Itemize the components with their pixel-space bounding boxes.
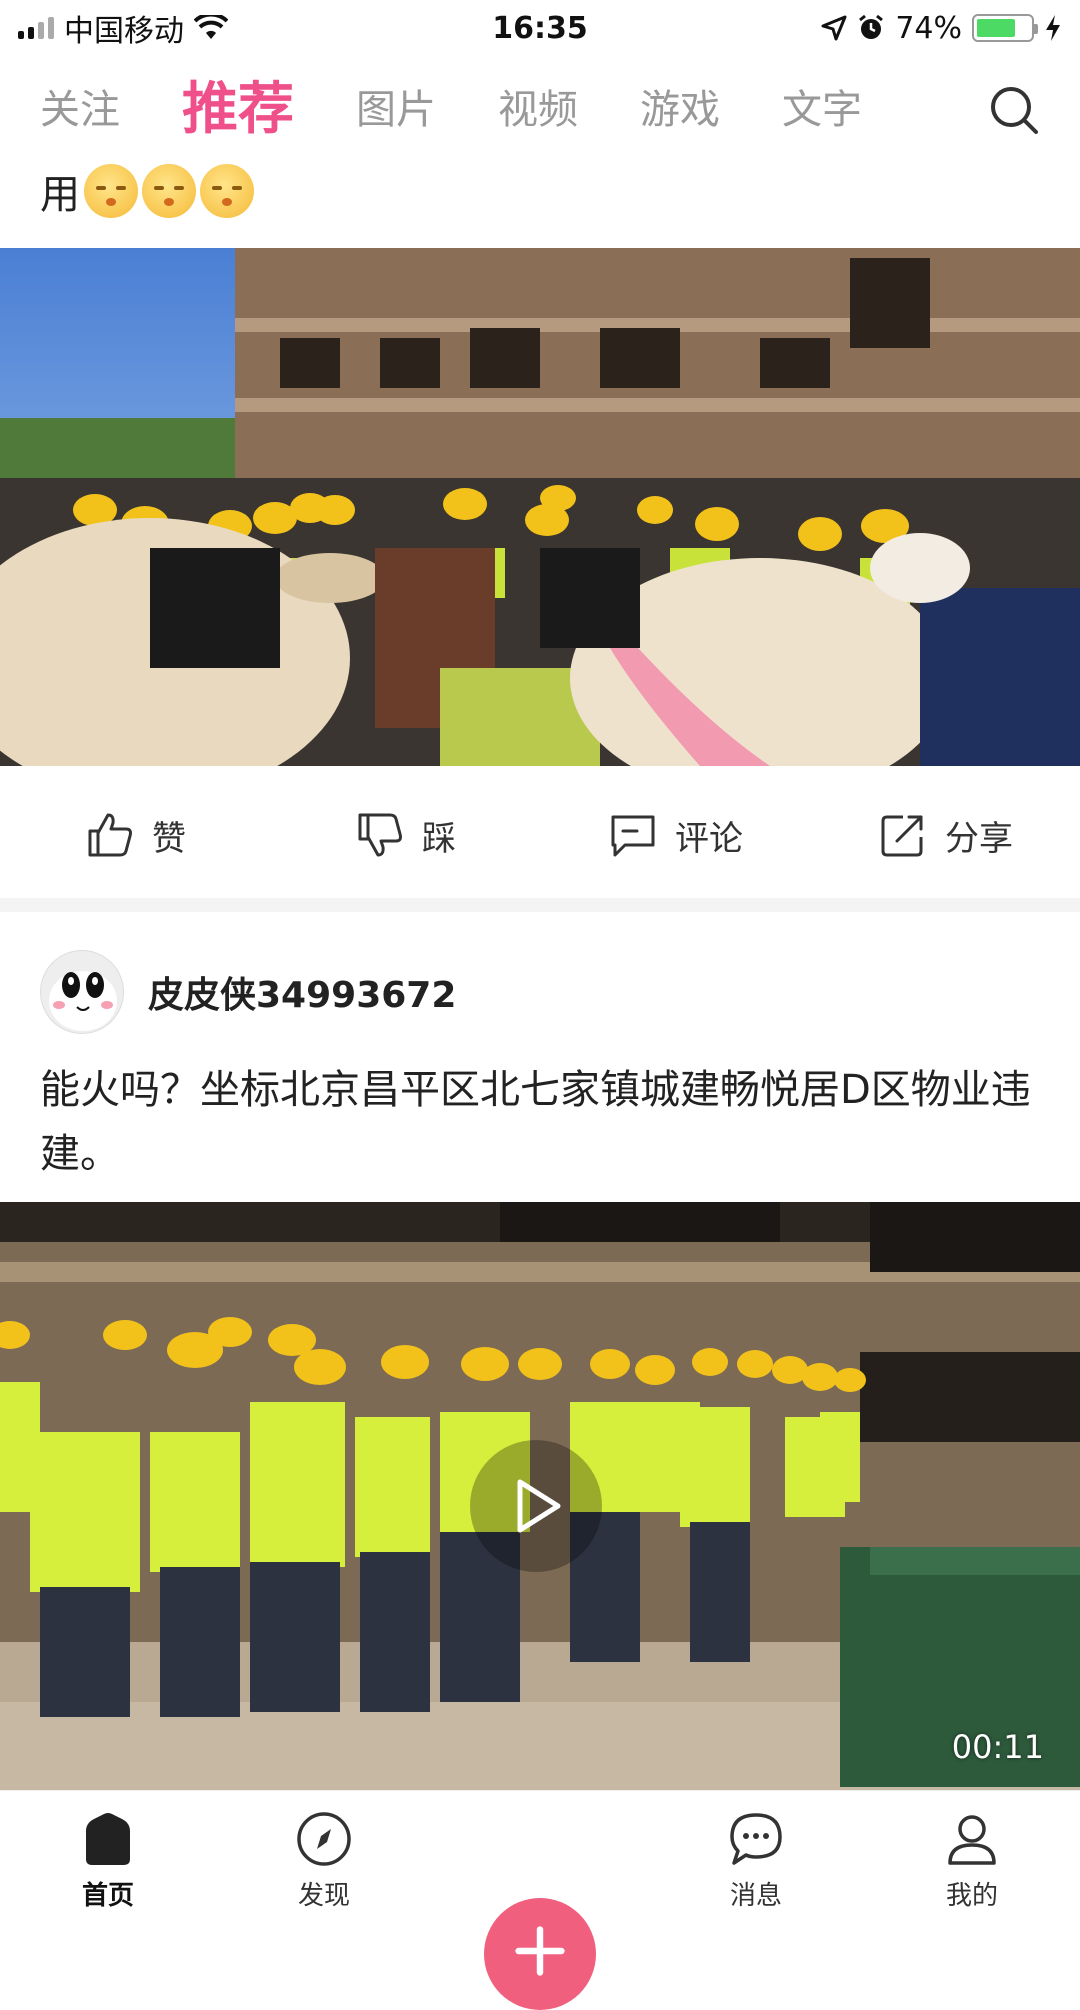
nav-home-label: 首页	[82, 1875, 134, 1912]
play-icon	[506, 1476, 566, 1536]
video-player[interactable]: 00:11	[0, 1202, 1080, 1790]
battery-icon	[972, 14, 1034, 42]
like-label: 赞	[152, 811, 186, 860]
nav-messages-label: 消息	[730, 1875, 782, 1912]
nav-profile-label: 我的	[946, 1875, 998, 1912]
post-actions: 赞 踩 评论 分享	[0, 770, 1080, 900]
sleepy-face-icon	[200, 164, 254, 218]
dislike-label: 踩	[422, 811, 456, 860]
battery-percent: 74%	[895, 11, 962, 46]
tab-games[interactable]: 游戏	[640, 60, 720, 160]
tab-videos[interactable]: 视频	[498, 60, 578, 160]
share-icon	[877, 809, 929, 861]
search-icon[interactable]	[986, 82, 1042, 138]
share-label: 分享	[945, 811, 1013, 860]
comment-icon	[607, 809, 659, 861]
comment-button[interactable]: 评论	[540, 809, 810, 861]
signal-icon	[18, 17, 54, 39]
wifi-icon	[194, 15, 228, 41]
bottom-nav: 首页 发现 消息 我的	[0, 1790, 1080, 1920]
tab-pictures[interactable]: 图片	[356, 60, 436, 160]
nav-profile[interactable]: 我的	[864, 1809, 1080, 1920]
message-icon	[726, 1809, 786, 1869]
compass-icon	[294, 1809, 354, 1869]
nav-discover[interactable]: 发现	[216, 1809, 432, 1920]
nav-discover-label: 发现	[298, 1875, 350, 1912]
dislike-button[interactable]: 踩	[270, 809, 540, 861]
status-right: 74%	[821, 11, 1062, 46]
share-button[interactable]: 分享	[810, 809, 1080, 861]
post-text: 用	[40, 162, 80, 220]
status-bar: 中国移动 16:35 74%	[0, 0, 1080, 56]
sleepy-face-icon	[142, 164, 196, 218]
tab-text[interactable]: 文字	[782, 60, 862, 160]
carrier-label: 中国移动	[64, 6, 184, 50]
avatar[interactable]	[40, 950, 124, 1034]
username[interactable]: 皮皮侠34993672	[148, 966, 456, 1018]
nav-messages[interactable]: 消息	[648, 1809, 864, 1920]
category-tabs: 关注 推荐 图片 视频 游戏 文字	[0, 60, 1080, 160]
sleepy-face-icon	[84, 164, 138, 218]
alarm-icon	[857, 14, 885, 42]
charging-icon	[1044, 14, 1062, 42]
feed-divider	[0, 898, 1080, 912]
video-duration: 00:11	[952, 1728, 1044, 1766]
nav-home[interactable]: 首页	[0, 1809, 216, 1920]
create-post-button[interactable]	[484, 1898, 596, 2010]
post-author[interactable]: 皮皮侠34993672	[40, 950, 456, 1034]
crowd-photo	[0, 248, 1080, 766]
thumbs-up-icon	[84, 809, 136, 861]
post-image[interactable]	[0, 248, 1080, 766]
nav-post-slot	[432, 1912, 648, 1920]
battery-fill	[977, 19, 1015, 37]
tab-recommended[interactable]: 推荐	[182, 60, 294, 160]
post-text[interactable]: 能火吗？坐标北京昌平区北七家镇城建畅悦居D区物业违建。	[40, 1058, 1040, 1186]
plus-icon	[510, 1921, 570, 1981]
play-button[interactable]	[470, 1440, 602, 1572]
home-icon	[78, 1809, 138, 1869]
comment-label: 评论	[675, 811, 743, 860]
like-button[interactable]: 赞	[0, 809, 270, 861]
thumbs-down-icon	[354, 809, 406, 861]
post-text-tail: 用	[40, 162, 254, 220]
profile-icon	[942, 1809, 1002, 1869]
tab-following[interactable]: 关注	[40, 60, 120, 160]
status-left: 中国移动	[18, 6, 228, 50]
location-icon	[821, 15, 847, 41]
